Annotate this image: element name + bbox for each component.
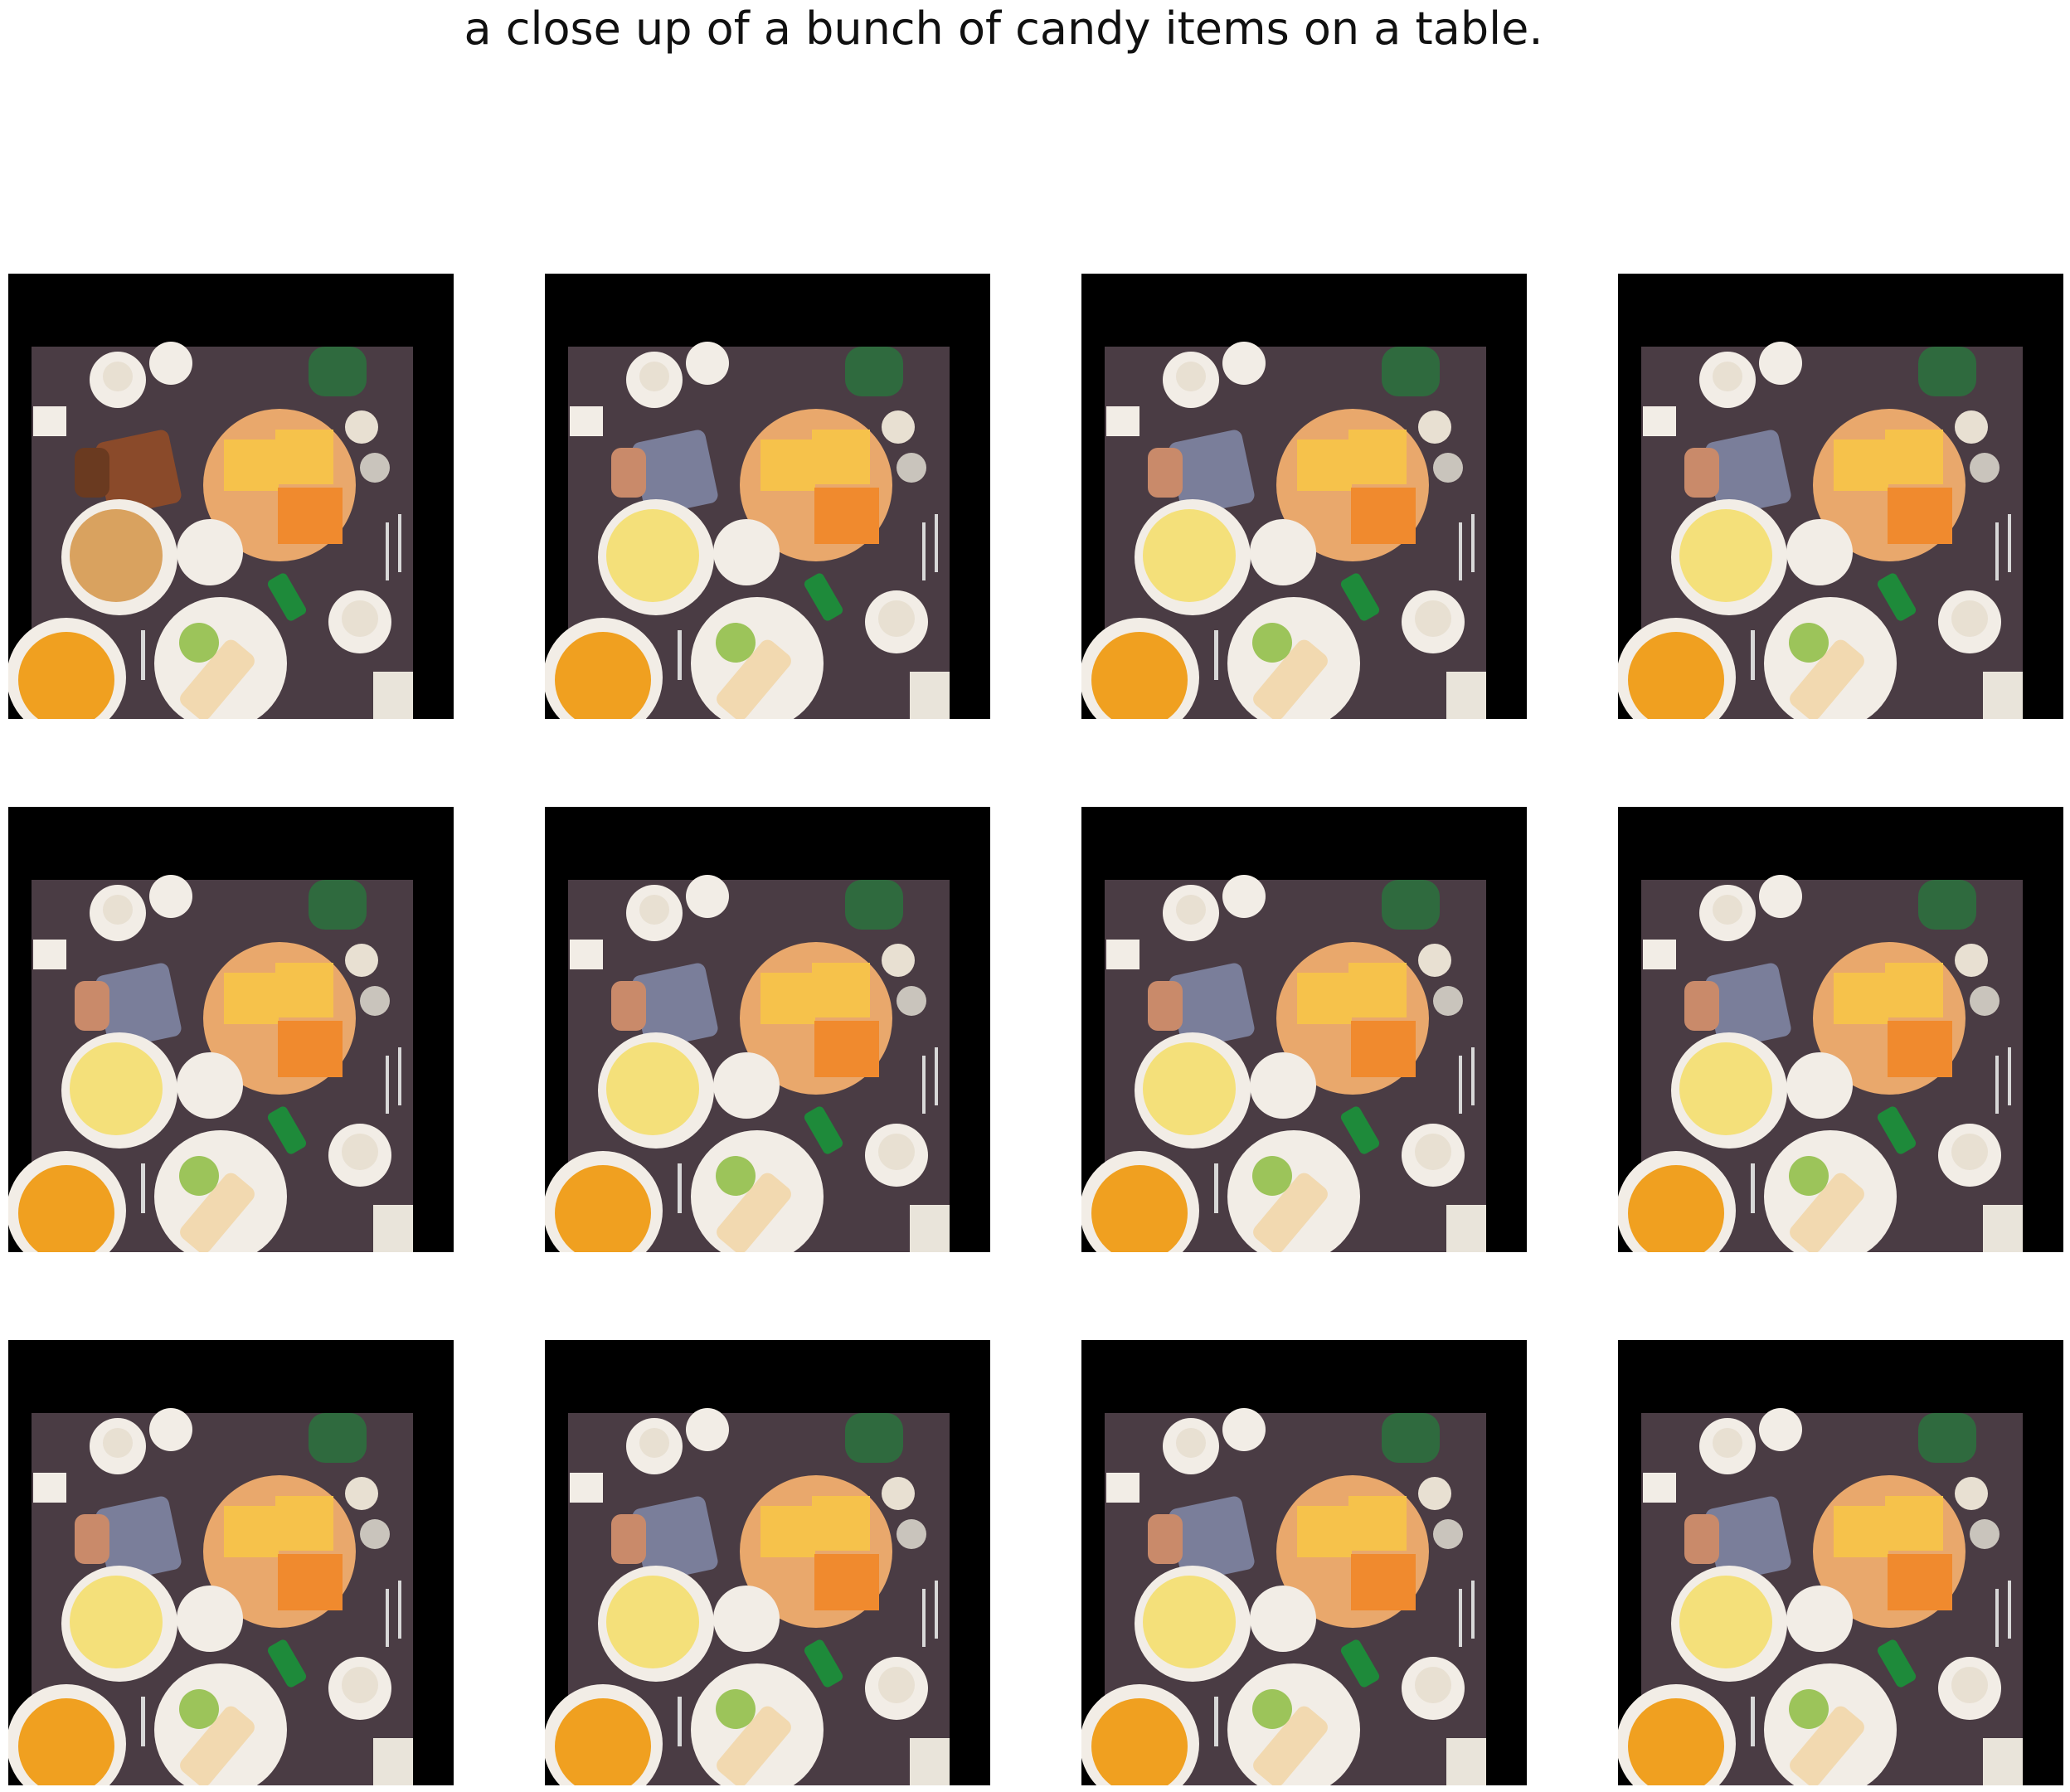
photo-tile [1081,1340,1527,1785]
photo-tile [1618,807,2063,1252]
photo-tile [1081,274,1527,719]
figure-caption: a close up of a bunch of candy items on … [464,2,1543,55]
food-table-photo [1618,807,2063,1252]
photo-tile [545,807,990,1252]
food-table-photo [8,1340,454,1785]
photo-tile [1081,807,1527,1252]
photo-tile [8,1340,454,1785]
photo-tile [1618,1340,2063,1785]
photo-tile [8,274,454,719]
food-table-photo [1081,274,1527,719]
food-table-photo [1618,274,2063,719]
food-table-photo [545,274,990,719]
image-grid [8,274,2063,1785]
photo-tile [545,1340,990,1785]
food-table-photo [545,807,990,1252]
photo-tile [8,807,454,1252]
food-table-photo [1081,1340,1527,1785]
food-table-photo [545,1340,990,1785]
food-table-photo [8,274,454,719]
food-table-photo [1618,1340,2063,1785]
food-table-photo [8,807,454,1252]
photo-tile [1618,274,2063,719]
photo-tile [545,274,990,719]
food-table-photo [1081,807,1527,1252]
